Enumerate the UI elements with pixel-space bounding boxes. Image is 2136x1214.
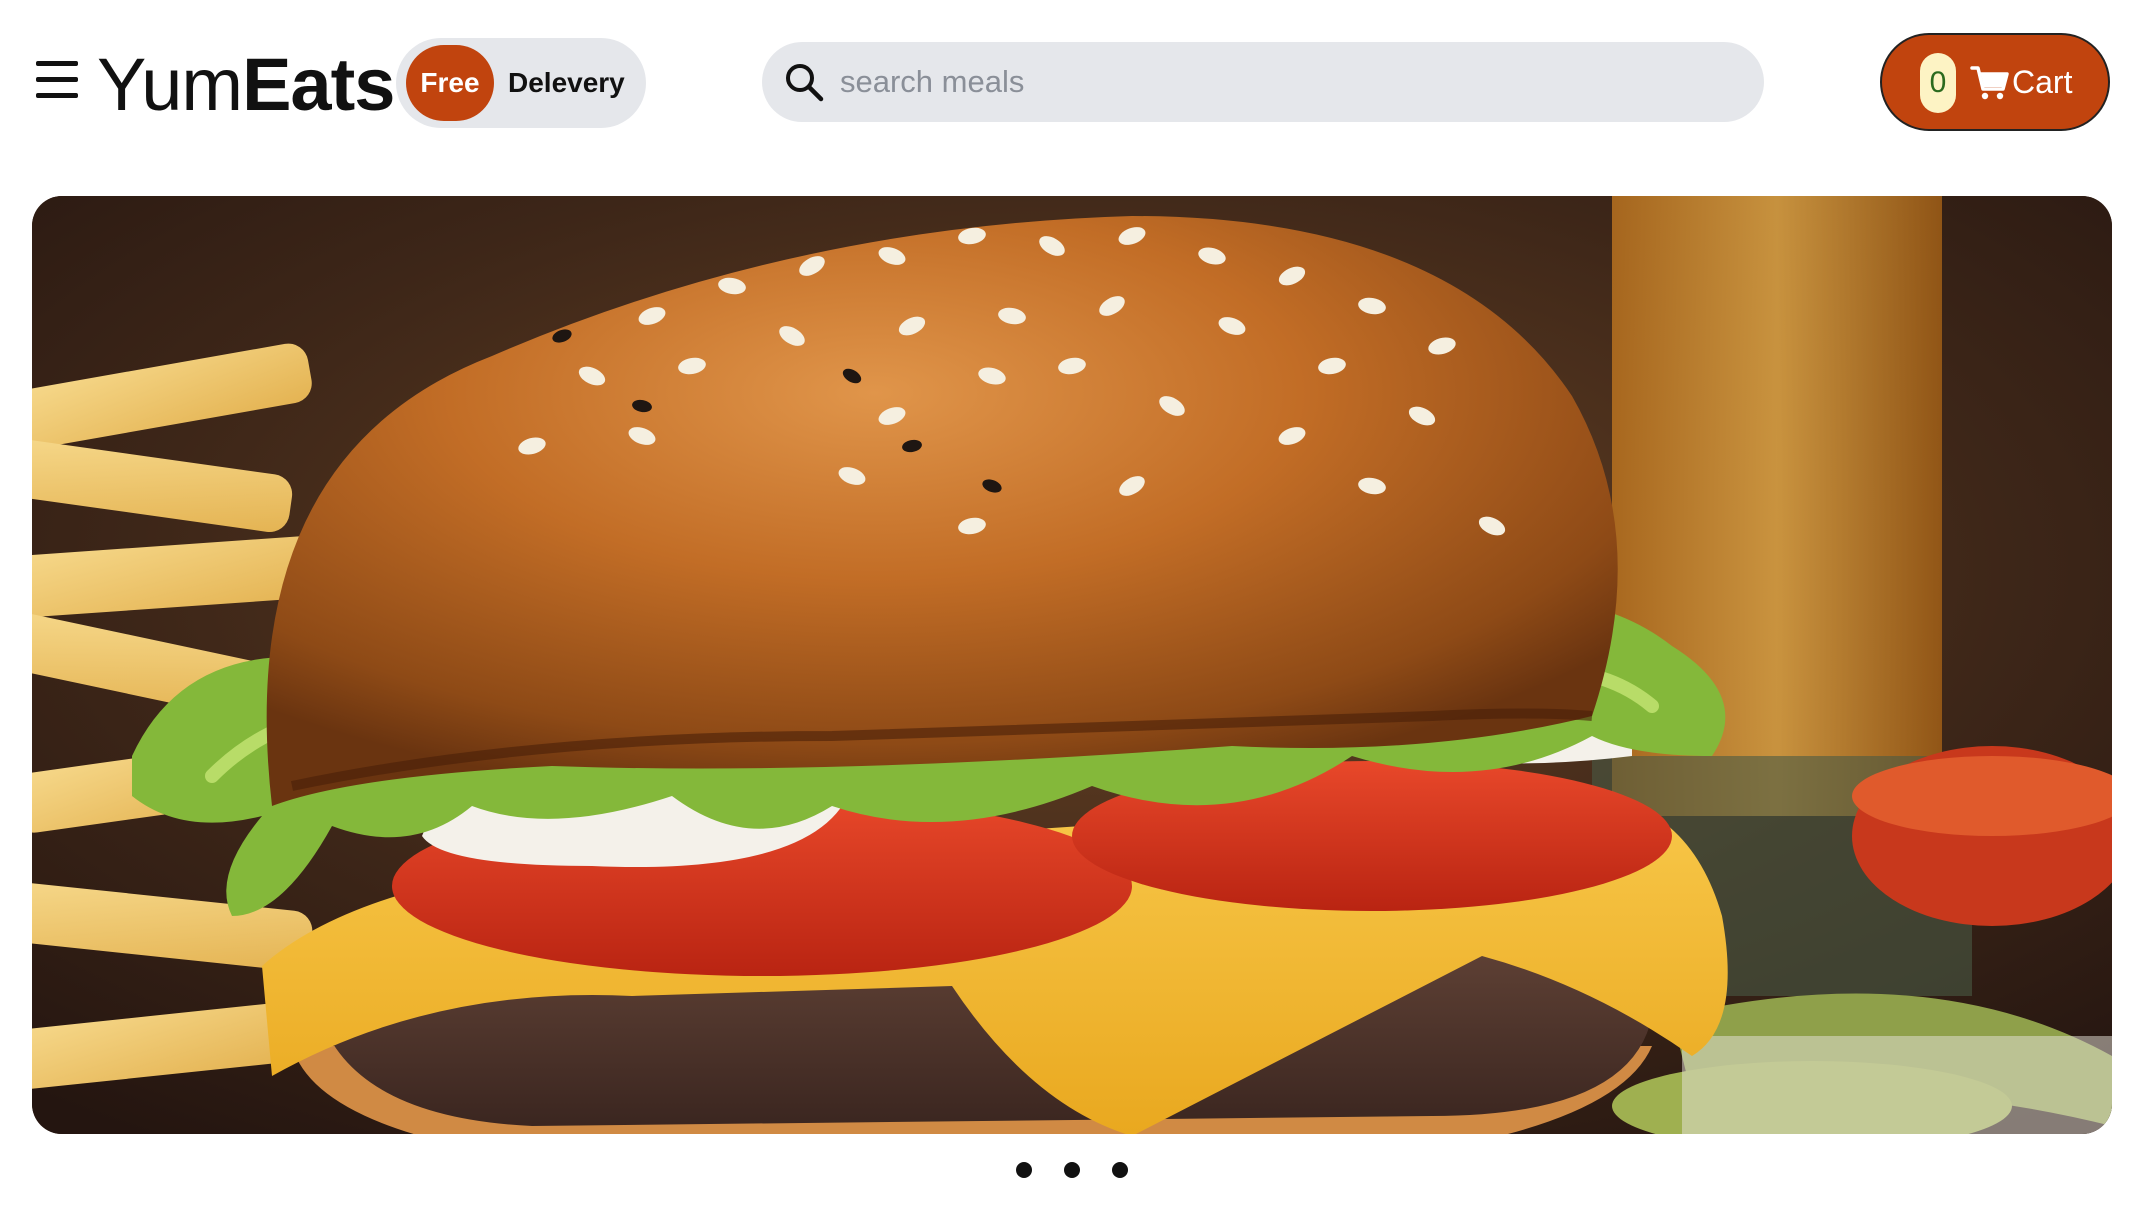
- hamburger-line: [36, 93, 78, 98]
- cart-button[interactable]: 0 Cart: [1880, 33, 2110, 131]
- search-icon[interactable]: [782, 60, 826, 104]
- hamburger-menu-icon[interactable]: [34, 59, 80, 99]
- carousel-dots: [0, 1162, 2136, 1186]
- carousel-dot-1[interactable]: [1016, 1162, 1032, 1178]
- brand-logo[interactable]: YumEats: [97, 40, 395, 130]
- hamburger-line: [36, 77, 78, 82]
- search-bar: [762, 42, 1764, 122]
- free-badge: Free: [406, 45, 494, 121]
- hamburger-line: [36, 61, 78, 66]
- free-delivery-pill[interactable]: Free Delevery: [396, 38, 646, 128]
- carousel-dot-2[interactable]: [1064, 1162, 1080, 1178]
- brand-name-part2: Eats: [242, 43, 395, 126]
- cart-label: Cart: [2012, 63, 2073, 100]
- search-input[interactable]: [840, 42, 1740, 122]
- brand-name-part1: Yum: [97, 43, 243, 126]
- top-header: YumEats Free Delevery 0 Cart: [0, 0, 2136, 170]
- delivery-label: Delevery: [508, 67, 625, 98]
- carousel-dot-3[interactable]: [1112, 1162, 1128, 1178]
- hero-banner[interactable]: [32, 196, 2112, 1134]
- burger-hero-image: [32, 196, 2112, 1134]
- cart-icon: [1970, 66, 2009, 100]
- cart-count-badge: 0: [1920, 53, 1956, 113]
